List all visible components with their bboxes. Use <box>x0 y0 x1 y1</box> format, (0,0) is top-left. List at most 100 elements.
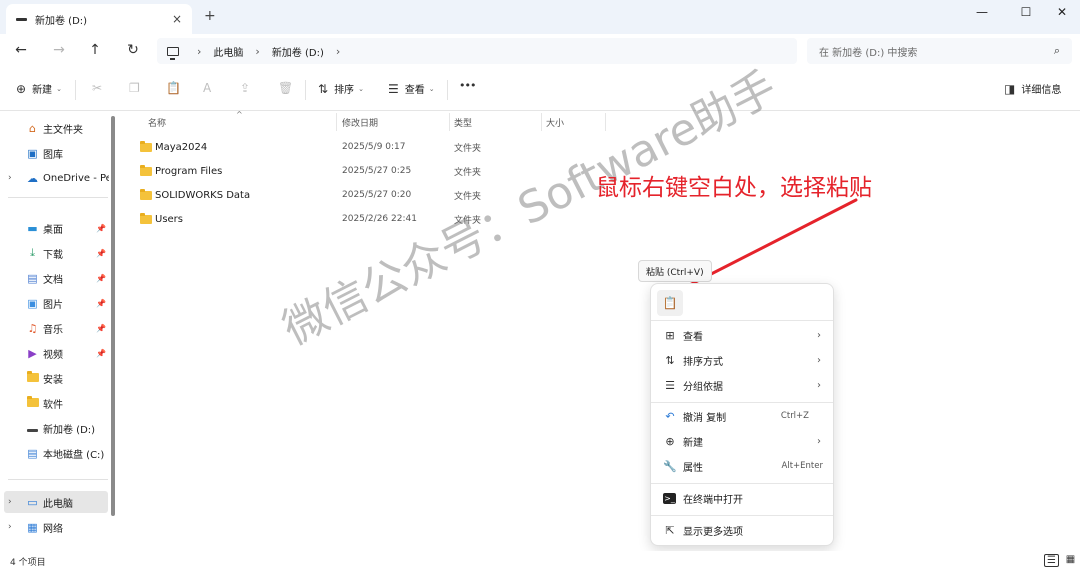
menu-item-properties[interactable]: 🔧 属性 Alt+Enter <box>651 454 833 478</box>
pin-icon: 📌 <box>96 248 106 258</box>
sidebar-item-documents[interactable]: ▤ 文档 📌 <box>0 267 110 289</box>
close-tab-icon[interactable]: × <box>172 12 182 26</box>
menu-item-open-in-terminal[interactable]: >_ 在终端中打开 <box>651 486 833 510</box>
file-type: 文件夹 <box>454 143 482 154</box>
sort-button[interactable]: ⇅ 排序 ⌄ <box>318 81 364 97</box>
sidebar-item-network[interactable]: › ▦ 网络 <box>0 516 110 538</box>
file-date: 2025/5/9 0:17 <box>342 142 406 152</box>
column-header-size[interactable]: 大小 <box>546 116 564 129</box>
column-header-date[interactable]: 修改日期 <box>342 116 378 129</box>
file-name: Program Files <box>155 165 223 177</box>
tiles-view-icon[interactable]: ▦ <box>1063 554 1078 567</box>
plus-circle-icon: ⊕ <box>16 81 27 96</box>
sidebar-item-home[interactable]: ⌂ 主文件夹 <box>0 117 110 139</box>
expand-chevron-icon[interactable]: › <box>8 522 12 532</box>
chevron-right-icon: › <box>817 435 821 447</box>
paste-button[interactable]: 📋 <box>166 81 187 95</box>
cut-button[interactable]: ✂ <box>92 81 108 95</box>
file-type: 文件夹 <box>454 167 482 178</box>
column-header-name[interactable]: 名称 <box>148 116 166 129</box>
column-divider[interactable] <box>449 113 450 131</box>
paste-tooltip: 粘贴 (Ctrl+V) <box>638 260 712 282</box>
sidebar-item-pictures[interactable]: ▣ 图片 📌 <box>0 292 110 314</box>
terminal-icon: >_ <box>663 492 676 504</box>
folder-icon <box>140 189 152 200</box>
search-placeholder: 在 新加卷 (D:) 中搜索 <box>819 47 918 59</box>
sidebar-item-install[interactable]: 安装 <box>0 367 110 389</box>
refresh-icon[interactable]: ↻ <box>124 42 142 58</box>
title-bar: 新加卷 (D:) × + — ☐ ✕ <box>0 0 1080 34</box>
sort-icon: ⇅ <box>318 81 329 96</box>
menu-item-show-more-options[interactable]: ⇱ 显示更多选项 <box>651 518 833 542</box>
sidebar-item-music[interactable]: ♫ 音乐 📌 <box>0 317 110 339</box>
maximize-icon[interactable]: ☐ <box>1016 5 1036 19</box>
sidebar-item-onedrive[interactable]: › ☁ OneDrive - Per <box>0 167 110 189</box>
sidebar-item-drive-c[interactable]: ▤ 本地磁盘 (C:) <box>0 442 110 464</box>
menu-item-new[interactable]: ⊕ 新建 › <box>651 429 833 453</box>
copy-icon: ❐ <box>129 81 140 95</box>
sidebar-item-videos[interactable]: ▶ 视频 📌 <box>0 342 110 364</box>
up-icon[interactable]: ↑ <box>86 42 104 58</box>
sidebar-item-downloads[interactable]: ⤓ 下载 📌 <box>0 242 110 264</box>
breadcrumb-this-pc[interactable]: 此电脑 <box>213 44 243 59</box>
drive-icon <box>26 422 39 435</box>
gallery-icon: ▣ <box>27 146 38 160</box>
folder-icon <box>140 213 152 224</box>
sort-icon: ⇅ <box>665 353 675 367</box>
home-icon: ⌂ <box>29 121 36 135</box>
share-button[interactable]: ⇪ <box>240 81 256 95</box>
column-divider[interactable] <box>336 113 337 131</box>
tab-drive-d[interactable]: 新加卷 (D:) × <box>6 4 192 34</box>
address-input[interactable]: › 此电脑 › 新加卷 (D:) › <box>157 38 797 64</box>
expand-chevron-icon[interactable]: › <box>8 497 12 507</box>
sidebar-item-desktop[interactable]: ▬ 桌面 📌 <box>0 217 110 239</box>
file-date: 2025/2/26 22:41 <box>342 214 417 224</box>
view-button[interactable]: ☰ 查看 ⌄ <box>388 81 435 97</box>
column-divider[interactable] <box>541 113 542 131</box>
menu-divider <box>651 402 833 403</box>
sidebar-item-drive-d[interactable]: 新加卷 (D:) <box>0 417 110 439</box>
column-header-type[interactable]: 类型 <box>454 116 472 129</box>
menu-item-sort-by[interactable]: ⇅ 排序方式 › <box>651 348 833 372</box>
plus-circle-icon: ⊕ <box>665 434 675 448</box>
menu-item-label: 排序方式 <box>683 356 723 368</box>
sidebar-item-software[interactable]: 软件 <box>0 392 110 414</box>
chevron-down-icon: ⌄ <box>428 84 435 93</box>
menu-item-label: 查看 <box>683 331 703 343</box>
sidebar-item-this-pc[interactable]: › ▭ 此电脑 <box>4 491 108 513</box>
menu-item-view[interactable]: ⊞ 查看 › <box>651 323 833 347</box>
delete-button[interactable]: 🗑 <box>278 81 299 95</box>
minimize-icon[interactable]: — <box>972 5 992 19</box>
sidebar-scrollbar[interactable] <box>111 116 115 516</box>
view-list-icon: ☰ <box>388 81 399 96</box>
back-icon[interactable]: ← <box>12 42 30 58</box>
scissors-icon: ✂ <box>92 81 103 95</box>
menu-item-group-by[interactable]: ☰ 分组依据 › <box>651 373 833 397</box>
forward-icon[interactable]: → <box>50 42 68 58</box>
wrench-icon: 🔧 <box>663 459 677 473</box>
breadcrumb-separator-icon: › <box>335 44 341 58</box>
pin-icon: 📌 <box>96 348 106 358</box>
navigation-pane: ⌂ 主文件夹 ▣ 图库 › ☁ OneDrive - Per ▬ 桌面 📌 ⤓ … <box>0 111 116 551</box>
search-input[interactable]: 在 新加卷 (D:) 中搜索 ⌕ <box>807 38 1072 64</box>
close-window-icon[interactable]: ✕ <box>1052 5 1072 19</box>
details-label: 详细信息 <box>1021 85 1062 96</box>
breadcrumb-drive-d[interactable]: 新加卷 (D:) <box>272 44 324 59</box>
details-pane-button[interactable]: ◨ 详细信息 <box>1004 81 1062 97</box>
rename-button[interactable]: A <box>203 81 217 95</box>
file-date: 2025/5/27 0:25 <box>342 166 412 176</box>
details-view-icon[interactable]: ☰ <box>1044 554 1059 567</box>
new-tab-icon[interactable]: + <box>204 8 216 24</box>
breadcrumb-separator-icon: › <box>255 44 260 58</box>
view-label: 查看 <box>404 85 425 96</box>
menu-item-undo-copy[interactable]: ↶ 撤消 复制 Ctrl+Z <box>651 404 833 428</box>
desktop-icon: ▬ <box>27 221 38 235</box>
menu-item-shortcut: Alt+Enter <box>781 461 823 471</box>
context-paste-button[interactable]: 📋 <box>657 290 683 316</box>
folder-icon <box>26 370 39 385</box>
new-button[interactable]: ⊕ 新建 ⌄ <box>16 81 62 97</box>
sidebar-item-gallery[interactable]: ▣ 图库 <box>0 142 110 164</box>
copy-button[interactable]: ❐ <box>129 81 146 95</box>
more-options-button[interactable]: ••• <box>459 79 481 92</box>
expand-chevron-icon[interactable]: › <box>8 173 12 183</box>
